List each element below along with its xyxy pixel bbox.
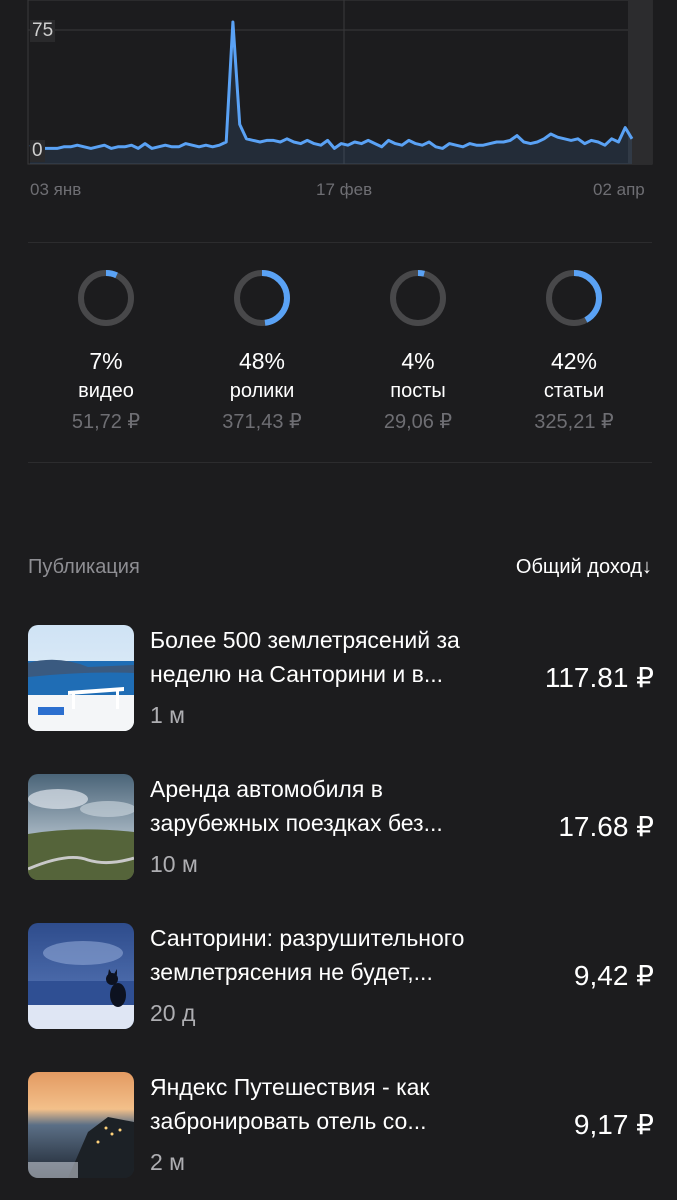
publication-income: 117.81 ₽	[544, 662, 654, 693]
x-tick-start: 03 янв	[30, 180, 82, 199]
publication-title: Санторини: разрушительного землетрясения…	[150, 921, 530, 989]
breakdown-label: ролики	[229, 380, 295, 402]
x-tick-middle: 17 фев	[316, 180, 373, 199]
donut-articles-icon	[546, 270, 602, 326]
breakdown-label: видео	[78, 380, 134, 402]
publications-list: Более 500 землетрясений за неделю на Сан…	[28, 623, 654, 1200]
breakdown-label: статьи	[543, 380, 605, 402]
y-tick-75: 75	[30, 20, 56, 42]
publication-age: 2 м	[150, 1149, 185, 1175]
publication-age: 10 м	[150, 851, 198, 877]
publication-income: 9,42 ₽	[573, 960, 654, 991]
y-tick-0: 0	[30, 140, 45, 162]
publication-income: 9,17 ₽	[573, 1109, 654, 1140]
publication-column-header: Публикация	[28, 556, 140, 578]
publication-title-line: забронировать отель со...	[150, 1108, 427, 1134]
publications-header: Публикация Общий доход↓	[28, 556, 652, 584]
breakdown-percent: 48%	[238, 348, 286, 374]
publication-title-line: Аренда автомобиля в	[150, 776, 383, 802]
breakdown-posts[interactable]: 4% посты 29,06 ₽	[340, 268, 496, 443]
publication-title: Аренда автомобиля в зарубежных поездках …	[150, 772, 530, 840]
publication-thumbnail	[28, 923, 134, 1029]
donut-video-icon	[78, 270, 134, 326]
breakdown-articles[interactable]: 42% статьи 325,21 ₽	[496, 268, 652, 443]
x-tick-end: 02 апр	[593, 180, 645, 199]
publication-title-line: Яндекс Путешествия - как	[150, 1074, 430, 1100]
divider-bottom	[28, 462, 652, 463]
breakdown-percent: 42%	[550, 348, 598, 374]
list-item[interactable]: Яндекс Путешествия - как забронировать о…	[28, 1070, 654, 1200]
publication-age: 1 м	[150, 702, 185, 728]
income-chart-svg	[27, 0, 653, 165]
income-chart: 75 0 03 янв 17 фев 02 апр	[0, 0, 677, 210]
donut-posts-icon	[390, 270, 446, 326]
breakdown-value: 325,21 ₽	[534, 411, 614, 433]
publication-age: 20 д	[150, 1000, 196, 1026]
breakdown-value: 29,06 ₽	[383, 411, 453, 433]
publication-title-line: Более 500 землетрясений за	[150, 627, 460, 653]
donut-shorts-icon	[234, 270, 290, 326]
divider-top	[28, 242, 652, 243]
list-item[interactable]: Санторини: разрушительного землетрясения…	[28, 921, 654, 1070]
breakdown-shorts[interactable]: 48% ролики 371,43 ₽	[184, 268, 340, 443]
publication-thumbnail	[28, 774, 134, 880]
breakdown-value: 371,43 ₽	[222, 411, 302, 433]
publication-income: 17.68 ₽	[558, 811, 654, 842]
publication-title: Яндекс Путешествия - как забронировать о…	[150, 1070, 530, 1138]
publication-thumbnail	[28, 625, 134, 731]
publication-title-line: неделю на Санторини и в...	[150, 661, 444, 687]
breakdown-percent: 4%	[401, 348, 435, 374]
list-item[interactable]: Более 500 землетрясений за неделю на Сан…	[28, 623, 654, 772]
publication-title-line: землетрясения не будет,...	[150, 959, 433, 985]
breakdown-value: 51,72 ₽	[71, 411, 141, 433]
publication-title: Более 500 землетрясений за неделю на Сан…	[150, 623, 530, 691]
sort-by-income-button[interactable]: Общий доход↓	[516, 556, 652, 579]
publication-title-line: Санторини: разрушительного	[150, 925, 465, 951]
publication-title-line: зарубежных поездках без...	[150, 810, 443, 836]
publication-thumbnail	[28, 1072, 134, 1178]
list-item[interactable]: Аренда автомобиля в зарубежных поездках …	[28, 772, 654, 921]
breakdown-video[interactable]: 7% видео 51,72 ₽	[28, 268, 184, 443]
income-breakdown: 7% видео 51,72 ₽ 48% ролики 371,43 ₽ 4% …	[28, 268, 652, 443]
breakdown-label: посты	[390, 380, 446, 402]
breakdown-percent: 7%	[89, 348, 123, 374]
chart-series-line	[29, 20, 634, 150]
